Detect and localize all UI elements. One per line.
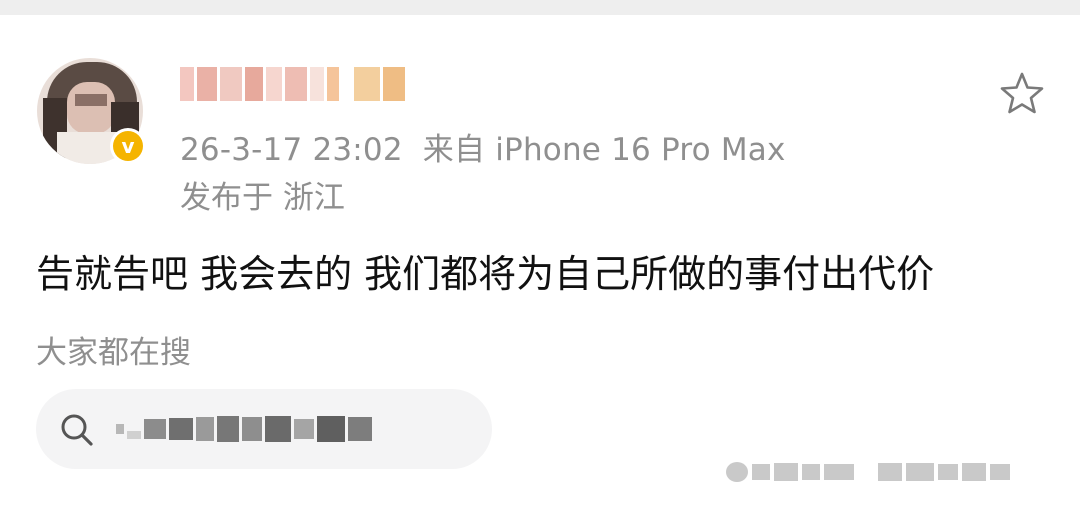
post-meta: 26-3-17 23:02 来自 iPhone 16 Pro Max [180,124,806,169]
trending-search-title: 大家都在搜 [36,335,191,371]
username-blurred[interactable] [180,62,408,106]
post-location: 发布于 浙江 [180,180,345,216]
star-outline-icon[interactable] [998,70,1046,118]
verified-v-badge-icon: v [113,131,143,161]
post-source: 来自 iPhone 16 Pro Max [422,132,786,168]
watermark-blurred [726,452,1014,492]
search-icon [61,414,93,446]
verified-badge: v [110,128,146,164]
trending-search-chip[interactable] [36,389,492,469]
post-content: 告就告吧 我会去的 我们都将为自己所做的事付出代价 [36,252,935,296]
post-timestamp: 26-3-17 23:02 [180,132,403,168]
top-divider-bar [0,0,1080,15]
search-query-blurred [116,413,375,445]
